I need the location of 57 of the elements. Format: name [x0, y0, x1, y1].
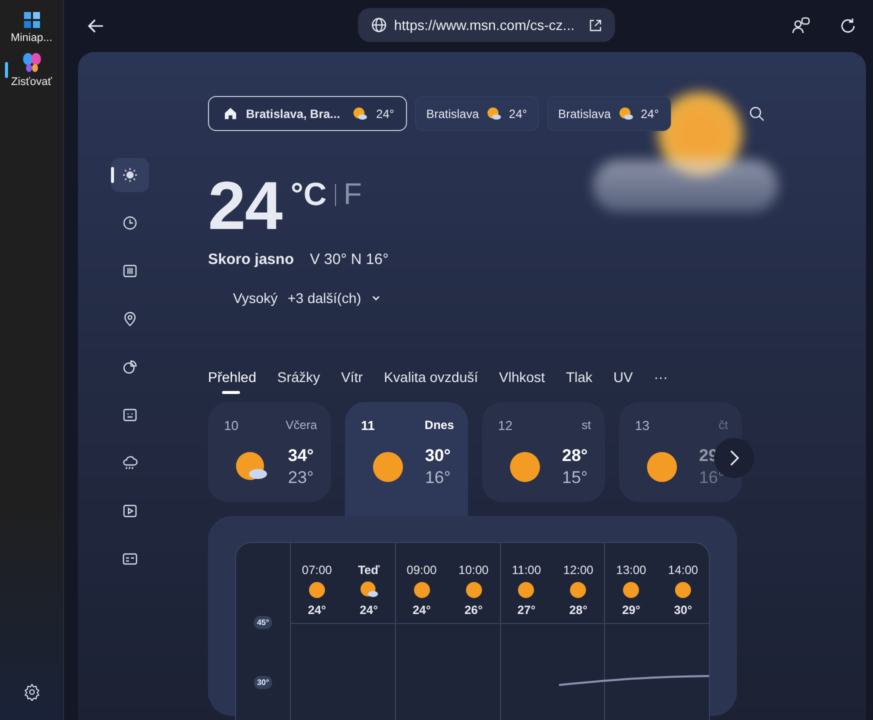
address-bar[interactable]: https://www.msn.com/cs-cz... [358, 8, 616, 42]
hour-temperature: 30° [674, 603, 692, 617]
more-alerts-link[interactable]: +3 další(ch) [288, 290, 362, 306]
hour-temperature: 29° [622, 603, 640, 617]
high-temperature: 28° [562, 445, 588, 467]
day-label: st [582, 418, 591, 433]
location-chip[interactable]: Bratislava 24° [415, 96, 540, 131]
hour-time: 11:00 [512, 563, 541, 577]
day-label: Dnes [424, 418, 454, 433]
hour-time: Teď [358, 563, 380, 577]
tab[interactable]: ··· [654, 369, 668, 394]
axis-label: 45° [254, 616, 272, 629]
day-date: 13 [635, 418, 650, 433]
hour-time: 12:00 [563, 563, 594, 577]
axis-label: 30° [254, 676, 272, 689]
hour-time: 13:00 [616, 563, 646, 577]
app-rail-item[interactable]: Miniap... [2, 8, 62, 50]
hour-time: 14:00 [668, 563, 698, 577]
high-temperature: 30° [425, 445, 451, 467]
day-date: 12 [498, 418, 512, 433]
condition-text: Skoro jasno [208, 251, 294, 268]
fahrenheit-toggle[interactable]: F [344, 178, 362, 212]
hour-time: 10:00 [458, 563, 489, 577]
hour-temperature: 27° [517, 603, 536, 617]
tab[interactable]: Přehled [208, 369, 256, 394]
alert-level: Vysoký [233, 290, 278, 306]
url-text: https://www.msn.com/cs-cz... [394, 17, 574, 33]
location-chip[interactable]: Bratislava 24° [547, 96, 671, 131]
high-low-text: V 30° N 16° [310, 251, 389, 268]
hour-temperature: 24° [308, 603, 326, 617]
hour-time: 09:00 [406, 563, 437, 577]
celsius-toggle[interactable]: °C [290, 176, 327, 213]
high-temperature: 34° [288, 445, 314, 467]
hour-temperature: 24° [360, 603, 378, 617]
tab[interactable]: Kvalita ovzduší [384, 369, 478, 394]
day-card[interactable]: 10 Včera 34° 23° [208, 402, 331, 502]
hour-temperature: 28° [569, 603, 588, 617]
day-label: čt [718, 418, 728, 433]
low-temperature: 15° [562, 467, 588, 489]
tab[interactable]: Srážky [277, 369, 320, 394]
hour-temperature: 26° [464, 603, 483, 617]
tab[interactable]: UV [613, 369, 633, 394]
low-temperature: 16° [425, 467, 451, 489]
location-chip[interactable]: Bratislava, Bra... 24° [208, 96, 408, 131]
current-temperature: 24 [208, 173, 282, 239]
tab[interactable]: Tlak [566, 369, 592, 394]
day-label: Včera [286, 418, 317, 433]
day-card[interactable]: 12 st 28° 15° [482, 402, 605, 502]
hour-temperature: 24° [412, 603, 431, 617]
day-date: 11 [361, 418, 375, 433]
tab[interactable]: Vítr [341, 369, 363, 394]
tab[interactable]: Vlhkost [499, 369, 545, 394]
app-rail-item[interactable]: Zisťovať [2, 50, 62, 94]
day-card[interactable]: 11 Dnes 30° 16° [345, 402, 468, 516]
low-temperature: 23° [288, 467, 314, 489]
day-date: 10 [224, 418, 238, 433]
hour-time: 07:00 [302, 563, 332, 577]
